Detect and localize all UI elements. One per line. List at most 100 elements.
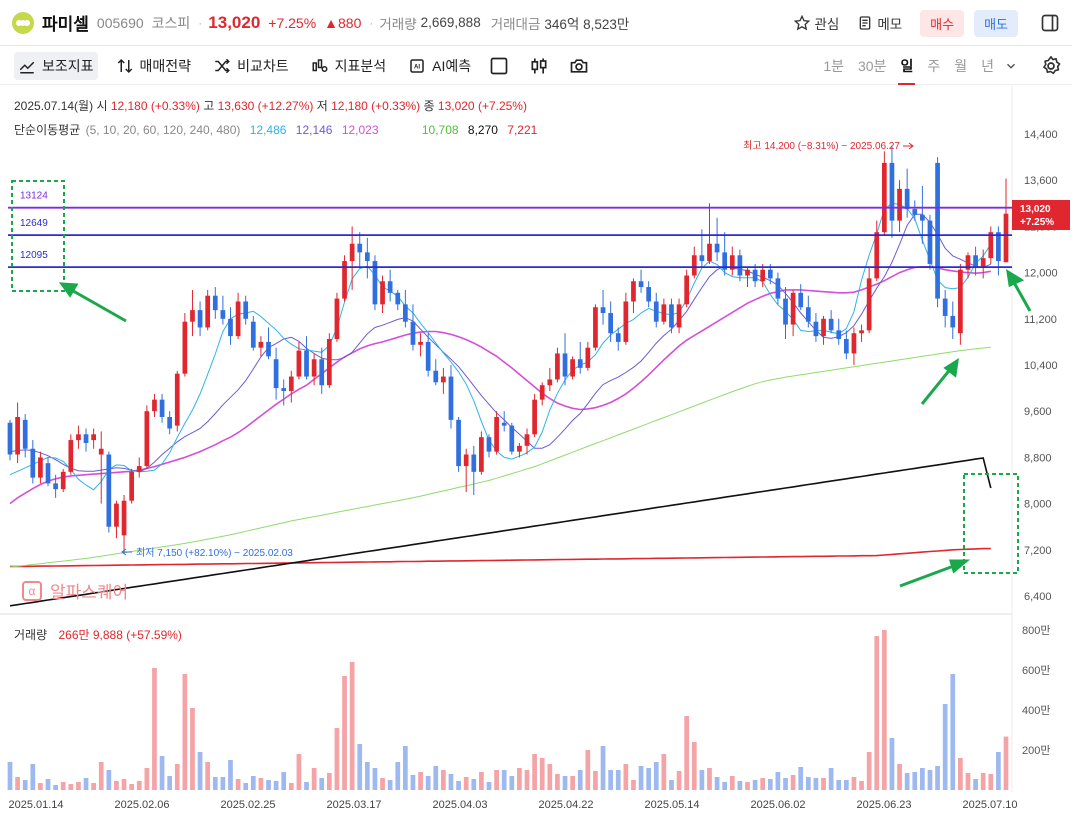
candle-body: [996, 232, 1001, 262]
volume-bar: [669, 780, 674, 790]
candle-body: [805, 307, 811, 322]
volume-bar: [661, 754, 667, 790]
candle-body: [53, 483, 58, 490]
volume-bar: [676, 771, 682, 790]
volume-bar: [775, 772, 781, 790]
volume-axis-tick: 800만: [1022, 624, 1050, 637]
candle-body: [920, 214, 925, 221]
candle-body: [15, 416, 20, 455]
date-axis-label: 2025.06.02: [750, 799, 805, 811]
volume-bar: [691, 742, 697, 790]
volume-axis-tick: 400만: [1022, 704, 1050, 717]
info-date: 2025.07.14(월): [14, 99, 94, 113]
volume-bar: [479, 772, 484, 790]
candle-body: [425, 341, 431, 371]
volume-bar: [387, 780, 393, 790]
candle-body: [828, 318, 834, 331]
volume-bar: [258, 778, 264, 790]
volume-axis-tick: 600만: [1022, 664, 1050, 677]
alphasquare-watermark: α 알파스퀘어: [22, 578, 128, 603]
date-axis-label: 2025.02.25: [220, 799, 275, 811]
volume-bar: [532, 754, 537, 790]
last-price-tag-pct: +7.25%: [1020, 217, 1054, 228]
volume-bar: [942, 704, 948, 790]
date-axis-label: 2025.02.06: [114, 799, 169, 811]
volume-bar: [570, 776, 575, 790]
candle-body: [790, 292, 796, 325]
volume-bar: [737, 781, 743, 790]
volume-bar: [980, 773, 986, 790]
candle-body: [243, 301, 249, 319]
volume-bar: [486, 782, 492, 790]
candle-body: [631, 281, 636, 302]
volume-bar: [319, 778, 325, 790]
candle-body: [821, 318, 826, 337]
candle-body: [593, 307, 598, 348]
candle-body: [866, 278, 872, 331]
price-axis-tick: 9,600: [1024, 406, 1052, 418]
ma-periods: (5, 10, 20, 60, 120, 240, 480): [85, 123, 241, 137]
ma240-value: 7,221: [507, 123, 538, 137]
volume-bar: [517, 768, 522, 790]
volume-bar: [106, 770, 112, 790]
candle-body: [410, 321, 416, 345]
volume-bar: [129, 784, 135, 790]
candle-body: [364, 252, 370, 262]
price-axis-tick: 14,400: [1024, 129, 1058, 141]
candle-body: [555, 353, 560, 380]
candle-body: [653, 301, 659, 322]
volume-bar: [1003, 736, 1009, 790]
volume-bar: [593, 771, 598, 790]
arrow-annotation-ma240: [899, 562, 960, 588]
candle-body: [950, 315, 956, 328]
ohlc-info-row: 2025.07.14(월) 시 12,180 (+0.33%) 고 13,630…: [14, 97, 527, 114]
volume-bar: [920, 768, 925, 790]
date-axis-label: 2025.04.03: [432, 799, 487, 811]
volume-bar: [220, 777, 226, 790]
candle-body: [98, 448, 104, 455]
volume-bar: [174, 764, 180, 790]
volume-bar: [60, 782, 66, 790]
volume-bar: [988, 774, 994, 790]
volume-bar: [653, 762, 659, 790]
candle-body: [851, 333, 857, 354]
volume-bar: [760, 778, 766, 790]
ma10-line: [9, 213, 991, 473]
volume-bar: [585, 750, 591, 790]
volume-bar: [159, 756, 165, 790]
candle-body: [159, 399, 165, 417]
volume-bar: [874, 636, 880, 790]
volume-bar: [547, 764, 553, 790]
volume-bar: [38, 783, 43, 790]
candle-body: [904, 188, 910, 210]
high-value: 13,630 (+12.27%): [217, 99, 314, 113]
volume-bar: [15, 777, 20, 790]
candle-body: [859, 330, 864, 334]
candle-body: [927, 220, 933, 264]
volume-bar: [197, 752, 203, 790]
last-price-tag: 13,020 +7.25%: [1012, 200, 1070, 230]
volume-bar: [904, 773, 910, 790]
candle-body: [471, 454, 477, 472]
candle-body: [403, 304, 408, 322]
volume-bar: [935, 766, 940, 790]
close-value: 13,020 (+7.25%): [437, 99, 527, 113]
volume-bar: [380, 778, 385, 790]
candle-body: [714, 243, 720, 253]
ma60-line: [9, 346, 991, 568]
annotation-low: 최저 7,150 (+82.10%) − 2025.02.03: [121, 547, 293, 559]
volume-bar: [190, 708, 195, 790]
candle-body: [380, 281, 385, 305]
candle-body: [783, 298, 788, 325]
candle-body: [250, 321, 256, 348]
candle-body: [30, 448, 36, 478]
arrowhead-left: [58, 282, 79, 298]
candle-body: [532, 399, 537, 435]
candle-body: [479, 437, 484, 472]
volume-bar: [288, 783, 294, 790]
volume-bar: [859, 781, 864, 790]
volume-bar: [433, 766, 439, 790]
volume-bar: [828, 768, 834, 790]
candle-body: [752, 269, 758, 282]
watermark-label: 알파스퀘어: [50, 583, 129, 602]
